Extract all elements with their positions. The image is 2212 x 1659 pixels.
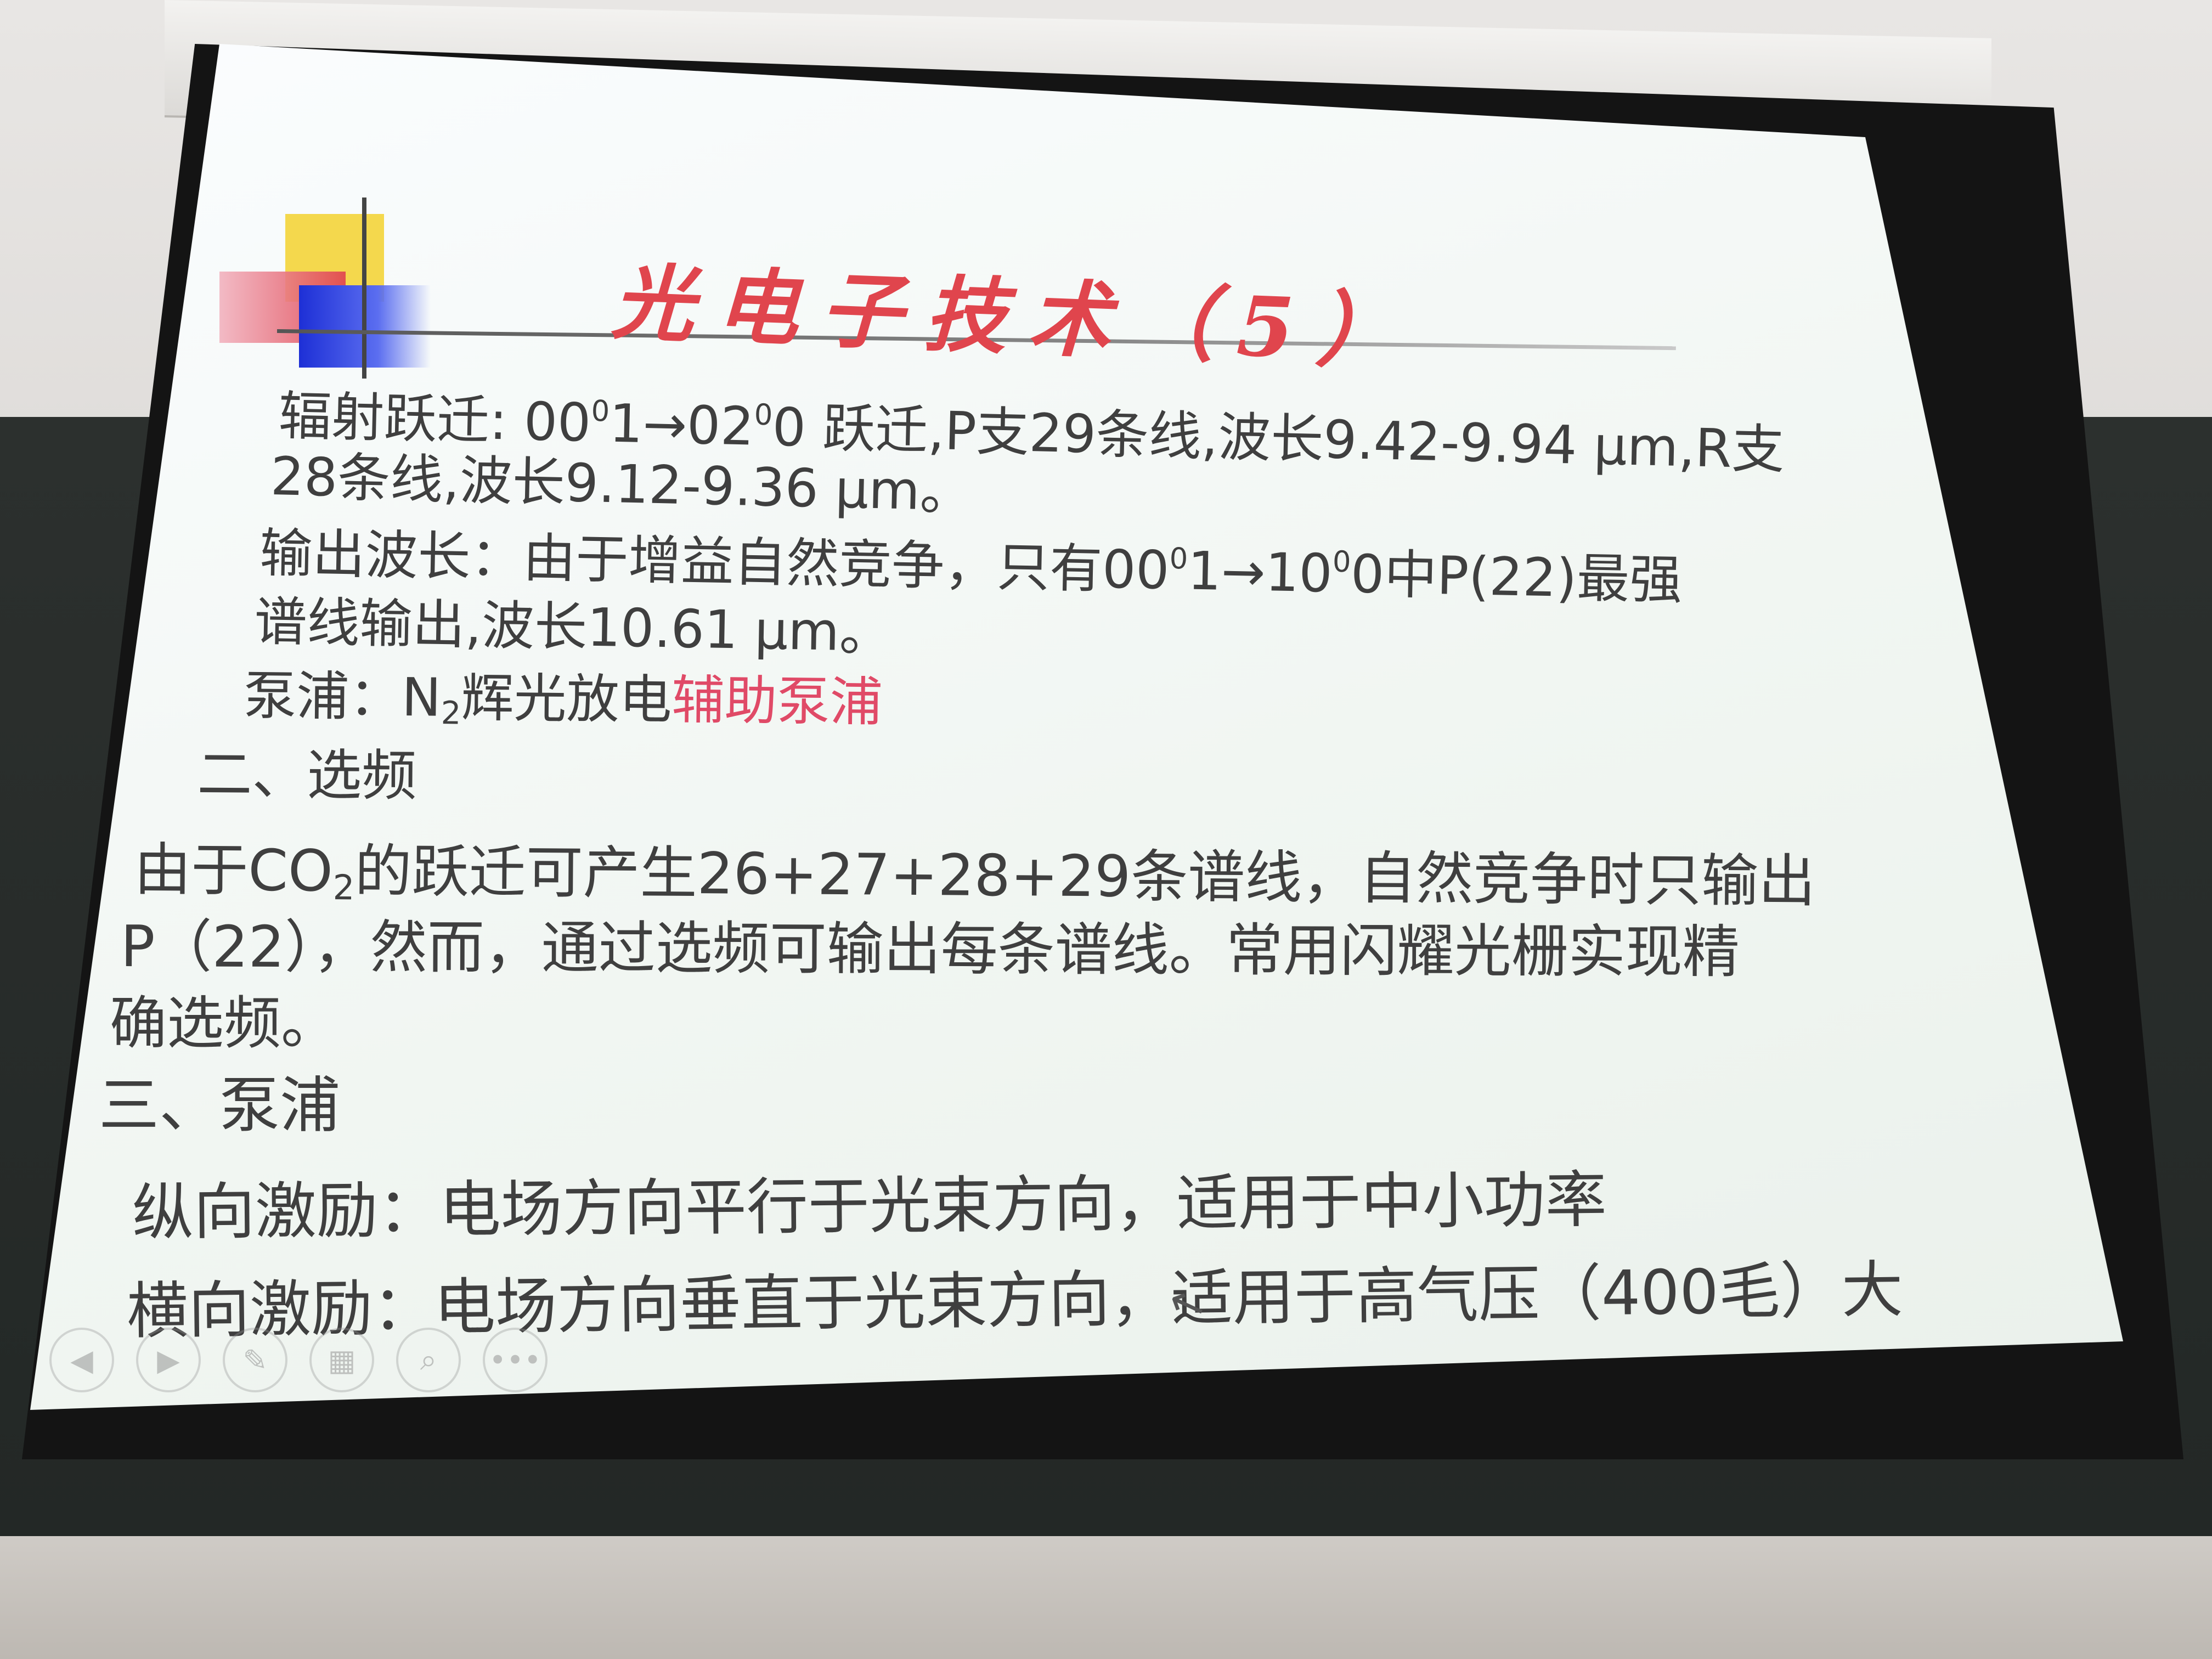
more-icon[interactable]: ••• [483,1328,548,1392]
slide-title: 光电子技术（5） [610,253,1423,382]
output-wavelength-line-2: 谱线输出,波长10.61 μm。 [253,590,893,664]
section-heading-frequency-selection: 二、选频 [197,742,417,808]
decor-vertical-line [362,198,366,379]
pen-icon[interactable]: ✎ [223,1328,287,1392]
chalk-tray [0,1536,2212,1659]
selection-paragraph-line-3: 确选频。 [110,990,338,1057]
previous-icon[interactable]: ◀ [49,1328,114,1392]
radiative-transition-line-2: 28条线,波长9.12-9.36 μm。 [269,445,974,523]
selection-paragraph-line-2: P（22），然而，通过选频可输出每条谱线。常用闪耀光栅实现精 [120,912,1740,986]
slides-icon[interactable]: ▦ [309,1328,374,1392]
zoom-icon[interactable]: ⌕ [396,1328,461,1392]
section-heading-pumping: 三、泵浦 [99,1070,340,1141]
next-icon[interactable]: ▶ [136,1328,201,1392]
pumping-line: 泵浦：N2辉光放电辅助泵浦 [243,664,883,733]
highlight-text: 辅助泵浦 [672,669,883,733]
longitudinal-excitation-line: 纵向激励：电场方向平行于光束方向，适用于中小功率 [132,1164,1607,1249]
slideshow-controls: ◀ ▶ ✎ ▦ ⌕ ••• [49,1328,548,1392]
